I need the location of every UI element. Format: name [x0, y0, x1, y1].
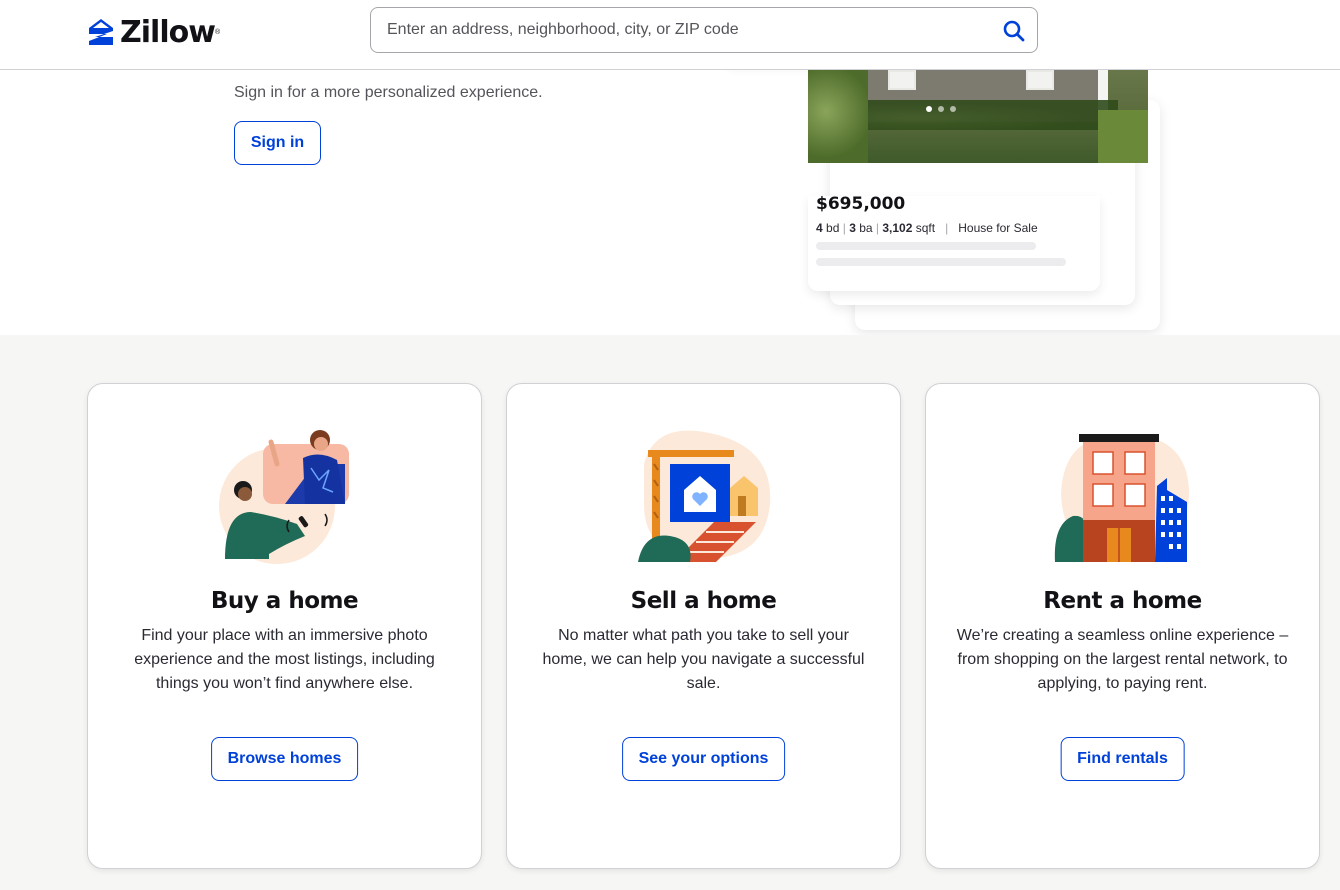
search-icon — [1003, 20, 1025, 42]
skeleton-line-1 — [816, 242, 1036, 250]
top-nav-bar: Zillow ® — [0, 0, 1340, 70]
listing-baths-unit: ba — [859, 221, 873, 235]
search-button[interactable] — [999, 16, 1029, 46]
skeleton-line-2 — [816, 258, 1066, 266]
buy-home-card: Buy a home Find your place with an immer… — [87, 383, 482, 869]
zillow-logo[interactable]: Zillow ® — [86, 14, 220, 50]
hero-section: Sign in for a more personalized experien… — [0, 70, 1340, 335]
browse-homes-button[interactable]: Browse homes — [210, 737, 359, 781]
registered-mark-icon: ® — [214, 28, 221, 36]
listing-sqft-unit: sqft — [915, 221, 936, 235]
photo-window-left — [888, 70, 916, 90]
buy-home-description: Find your place with an immersive photo … — [134, 627, 435, 692]
rent-home-title: Rent a home — [1043, 588, 1202, 614]
listing-price: $695,000 — [816, 194, 906, 214]
sell-home-description: No matter what path you take to sell you… — [542, 627, 865, 692]
buy-home-title: Buy a home — [210, 588, 359, 614]
sell-home-title: Sell a home — [630, 588, 777, 614]
services-section: Buy a home Find your place with an immer… — [0, 335, 1340, 890]
photo-window-right — [1026, 70, 1054, 90]
listing-facts: 4 bd | 3 ba | 3,102 sqft | House for Sal… — [816, 221, 1038, 235]
listing-beds-unit: bd — [826, 221, 840, 235]
sign-in-button[interactable]: Sign in — [234, 121, 321, 165]
rent-home-illustration — [1054, 434, 1189, 562]
hero-subtitle: Sign in for a more personalized experien… — [234, 84, 543, 101]
listing-card-illustration: $695,000 4 bd | 3 ba | 3,102 sqft | Hous… — [720, 70, 1170, 335]
listing-sqft: 3,102 — [882, 221, 913, 235]
photo-lawn — [1098, 110, 1148, 163]
find-rentals-button[interactable]: Find rentals — [1060, 737, 1185, 781]
search-input[interactable] — [387, 8, 987, 52]
rent-home-description: We’re creating a seamless online experie… — [956, 627, 1289, 692]
zillow-logo-text: Zillow — [120, 14, 216, 50]
rent-home-card: Rent a home We’re creating a seamless on… — [925, 383, 1320, 869]
listing-info-panel: $695,000 4 bd | 3 ba | 3,102 sqft | Hous… — [808, 194, 1100, 291]
listing-baths: 3 — [849, 221, 856, 235]
buy-home-illustration — [219, 430, 349, 564]
sell-home-card: Sell a home No matter what path you take… — [506, 383, 901, 869]
zillow-logo-icon — [89, 19, 113, 45]
facts-divider: | — [938, 221, 955, 235]
listing-type: House for Sale — [958, 221, 1038, 235]
see-your-options-button[interactable]: See your options — [621, 737, 786, 781]
listing-beds: 4 — [816, 221, 823, 235]
search-box — [370, 7, 1038, 53]
sell-home-illustration — [638, 430, 771, 562]
